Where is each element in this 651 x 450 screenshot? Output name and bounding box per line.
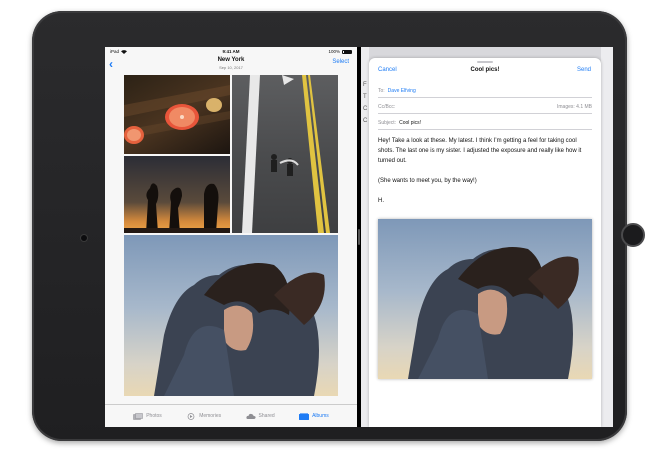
photos-app-pane: iPad 9:41 AM 100% ‹ New York Sep 10, 201…: [105, 47, 357, 427]
body-paragraph: Hey! Take a look at these. My latest. I …: [378, 138, 582, 164]
subject-label: Subject:: [378, 119, 397, 126]
ipad-device: iPad 9:41 AM 100% ‹ New York Sep 10, 201…: [32, 11, 645, 441]
tab-label: Albums: [312, 413, 329, 419]
compose-header: Cancel Cool pics! Send: [369, 64, 601, 80]
subject-field[interactable]: Subject: Cool pics!: [378, 116, 592, 130]
screen: iPad 9:41 AM 100% ‹ New York Sep 10, 201…: [105, 47, 613, 427]
body-paragraph: (She wants to meet you, by the way!): [378, 178, 477, 184]
mail-background-letters: F T C C: [363, 79, 367, 127]
front-camera: [81, 235, 87, 241]
photos-icon: [133, 412, 143, 420]
send-button[interactable]: Send: [577, 67, 591, 73]
photo-silhouettes[interactable]: [124, 156, 230, 233]
home-button[interactable]: [621, 223, 645, 247]
select-button[interactable]: Select: [332, 59, 349, 65]
to-label: To:: [378, 87, 385, 94]
to-recipient[interactable]: Dave Elfving: [388, 88, 416, 94]
mail-background-toolbar: [601, 47, 613, 427]
cc-bcc-label: Cc/Bcc:: [378, 103, 396, 110]
tab-label: Shared: [258, 413, 275, 419]
photos-tab-bar: Photos Memories Shared Albums: [105, 404, 357, 427]
subject-value[interactable]: Cool pics!: [399, 120, 421, 126]
tab-label: Photos: [146, 413, 162, 419]
compose-title: Cool pics!: [470, 67, 500, 73]
images-size-label[interactable]: Images: 4.1 MB: [557, 104, 592, 110]
bg-letter: F: [363, 82, 367, 88]
album-date: Sep 10, 2017: [219, 65, 243, 70]
photo-portrait[interactable]: [124, 235, 338, 396]
memories-icon: [186, 412, 196, 420]
tab-albums[interactable]: Albums: [299, 412, 329, 420]
bg-letter: C: [363, 106, 368, 112]
tab-label: Memories: [199, 413, 222, 419]
split-view-handle[interactable]: [358, 229, 360, 245]
tab-shared[interactable]: Shared: [245, 413, 275, 420]
bg-letter: C: [363, 118, 368, 124]
compose-sheet: Cancel Cool pics! Send To: Dave Elfving …: [369, 58, 601, 427]
status-time: 9:41 AM: [222, 49, 240, 54]
photo-grapefruit[interactable]: [124, 75, 230, 154]
cloud-icon: [245, 413, 256, 420]
body-signature: H.: [378, 198, 384, 204]
photo-road[interactable]: [232, 75, 338, 233]
album-title: New York: [217, 57, 245, 63]
bg-letter: T: [363, 94, 367, 100]
cc-bcc-field[interactable]: Cc/Bcc: Images: 4.1 MB: [378, 100, 592, 114]
tab-photos[interactable]: Photos: [133, 412, 162, 420]
battery-percent: 100%: [328, 49, 340, 54]
battery-icon: [342, 49, 352, 54]
message-body[interactable]: Hey! Take a look at these. My latest. I …: [378, 136, 593, 216]
albums-icon: [299, 412, 310, 420]
attached-photo[interactable]: [378, 219, 592, 379]
to-field[interactable]: To: Dave Elfving: [378, 84, 592, 98]
status-bar: iPad 9:41 AM 100%: [105, 47, 357, 56]
mail-app-pane: F T C C Cancel Cool pics! Send To: Dave …: [361, 47, 613, 427]
sheet-grabber[interactable]: [477, 61, 493, 63]
photos-nav-bar: ‹ New York Sep 10, 2017 Select: [105, 56, 357, 74]
tab-memories[interactable]: Memories: [186, 412, 222, 420]
